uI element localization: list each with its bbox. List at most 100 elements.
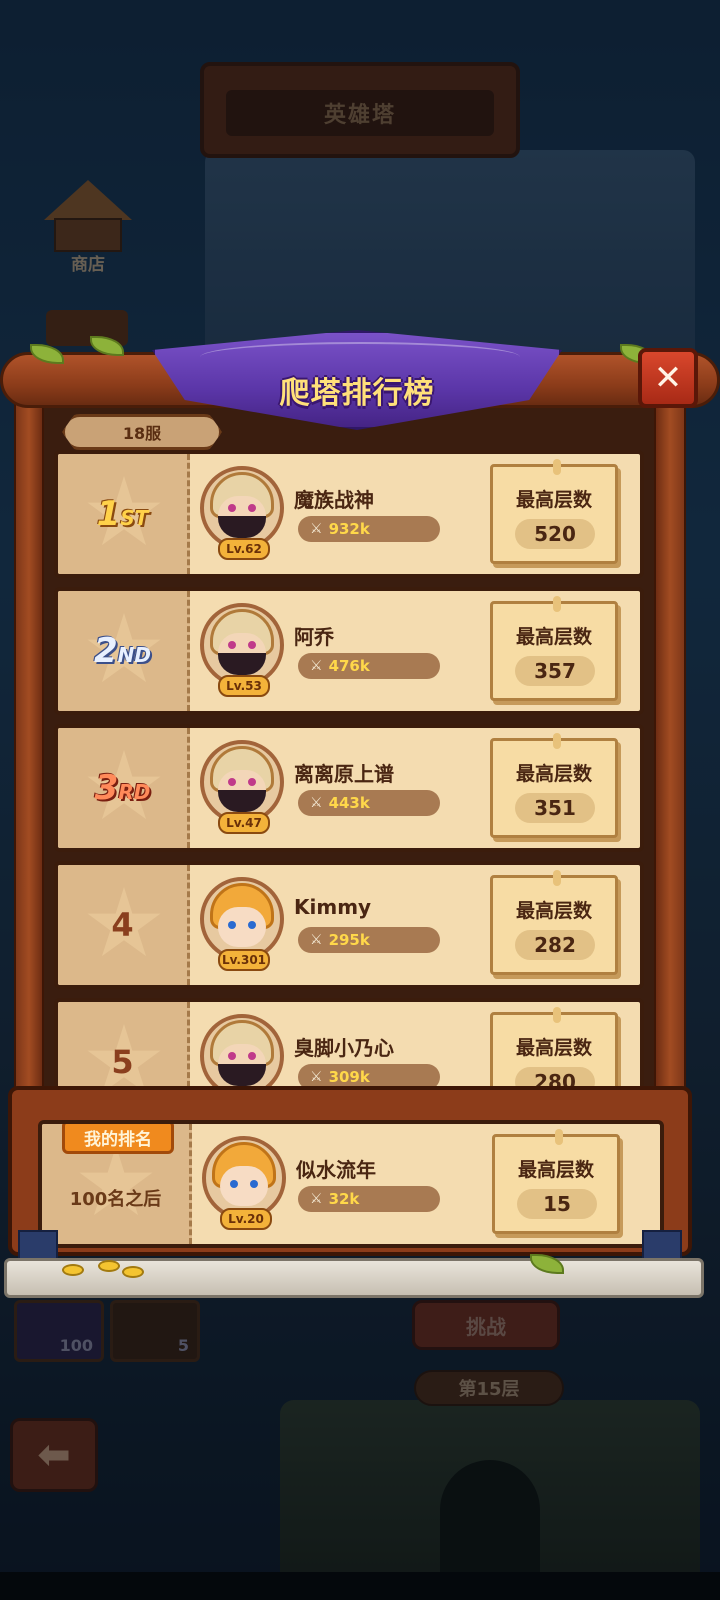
avatar-eye bbox=[250, 1180, 258, 1188]
sword-icon: ⚔ bbox=[310, 521, 323, 537]
floor-box: 最高层数 520 bbox=[490, 459, 618, 564]
close-button[interactable]: ✕ bbox=[638, 348, 698, 408]
ranking-row[interactable]: 1ST Lv.62 魔族战神 ⚔ 932k 最高层数 520 bbox=[54, 450, 644, 578]
ranking-list[interactable]: 1ST Lv.62 魔族战神 ⚔ 932k 最高层数 520 2ND Lv.53… bbox=[54, 450, 646, 1108]
avatar-eye bbox=[228, 921, 236, 929]
rank-medal: 3RD bbox=[95, 768, 151, 808]
rank-medal: 1ST bbox=[97, 494, 149, 534]
power-value: 295k bbox=[328, 931, 370, 949]
player-name: 臭脚小乃心 bbox=[294, 1036, 394, 1060]
rank-suffix: RD bbox=[118, 780, 151, 804]
rank-medal: 2ND bbox=[94, 631, 151, 671]
my-rank-card[interactable]: 我的排名 100名之后 Lv.20 似水流年 ⚔ 32k 最高层数 15 bbox=[38, 1120, 664, 1248]
floor-label: 最高层数 bbox=[517, 1159, 594, 1181]
avatar-eye bbox=[228, 778, 236, 786]
floor-box: 最高层数 15 bbox=[492, 1129, 620, 1234]
rank-suffix: ND bbox=[117, 643, 151, 667]
game-screen: 英雄塔 商店 100 5 挑战 第15层 ⬅ 爬塔排行榜 ✕ 18服 1ST L… bbox=[0, 0, 720, 1600]
frame-right bbox=[654, 400, 686, 1120]
avatar-face bbox=[218, 907, 266, 947]
close-icon: ✕ bbox=[653, 358, 683, 398]
rank-number: 1 bbox=[96, 494, 121, 534]
power-bar: ⚔ 32k bbox=[298, 1186, 440, 1212]
rank-suffix: ST bbox=[120, 506, 149, 530]
avatar-eye bbox=[248, 641, 256, 649]
floor-label: 最高层数 bbox=[515, 489, 592, 511]
floor-value: 520 bbox=[515, 519, 595, 549]
ranking-row[interactable]: 3RD Lv.47 离离原上谱 ⚔ 443k 最高层数 351 bbox=[54, 724, 644, 852]
my-rank-cell: 我的排名 100名之后 bbox=[42, 1124, 192, 1244]
avatar-eye bbox=[248, 504, 256, 512]
my-rank-text: 100名之后 bbox=[69, 1189, 162, 1210]
avatar-eye bbox=[228, 641, 236, 649]
rank-number: 3 bbox=[94, 768, 119, 808]
rank-cell: 1ST bbox=[58, 454, 190, 574]
player-name: Kimmy bbox=[294, 895, 372, 919]
ranking-row[interactable]: 2ND Lv.53 阿乔 ⚔ 476k 最高层数 357 bbox=[54, 587, 644, 715]
rank-cell: 2ND bbox=[58, 591, 190, 711]
rank-number: 2 bbox=[93, 631, 118, 671]
rank-cell: 4 bbox=[58, 865, 190, 985]
level-badge: Lv.62 bbox=[218, 538, 270, 560]
sword-icon: ⚔ bbox=[310, 658, 323, 674]
pin bbox=[553, 1007, 561, 1023]
floor-value: 351 bbox=[515, 793, 595, 823]
sword-icon: ⚔ bbox=[310, 795, 323, 811]
avatar-face bbox=[220, 1166, 268, 1206]
coin-decoration bbox=[98, 1260, 120, 1272]
server-tag: 18服 bbox=[62, 414, 222, 450]
pin bbox=[555, 1129, 563, 1145]
level-badge: Lv.53 bbox=[218, 675, 270, 697]
floor-box: 最高层数 357 bbox=[490, 596, 618, 701]
sword-icon: ⚔ bbox=[310, 1069, 323, 1085]
power-value: 309k bbox=[328, 1068, 370, 1086]
floor-box: 最高层数 282 bbox=[490, 870, 618, 975]
avatar-mask bbox=[218, 790, 266, 812]
pin bbox=[553, 870, 561, 886]
level-badge: Lv.47 bbox=[218, 812, 270, 834]
floor-label: 最高层数 bbox=[515, 900, 592, 922]
power-value: 443k bbox=[328, 794, 370, 812]
avatar-mask bbox=[218, 1064, 266, 1086]
floor-value: 15 bbox=[517, 1189, 597, 1219]
floor-label: 最高层数 bbox=[515, 626, 592, 648]
power-bar: ⚔ 932k bbox=[298, 516, 440, 542]
floor-value: 357 bbox=[515, 656, 595, 686]
avatar-eye bbox=[228, 1052, 236, 1060]
floor-value: 282 bbox=[515, 930, 595, 960]
pin bbox=[553, 733, 561, 749]
floor-box: 最高层数 351 bbox=[490, 733, 618, 838]
level-badge: Lv.301 bbox=[218, 949, 270, 971]
avatar-eye bbox=[228, 504, 236, 512]
avatar-eye bbox=[248, 1052, 256, 1060]
level-badge: Lv.20 bbox=[220, 1208, 272, 1230]
player-name: 魔族战神 bbox=[294, 488, 374, 512]
sword-icon: ⚔ bbox=[310, 932, 323, 948]
ranking-row[interactable]: 4 Lv.301 Kimmy ⚔ 295k 最高层数 282 bbox=[54, 861, 644, 989]
avatar-eye bbox=[230, 1180, 238, 1188]
coin-decoration bbox=[122, 1266, 144, 1278]
my-rank-tag: 我的排名 bbox=[62, 1124, 174, 1154]
leaderboard-panel: 爬塔排行榜 ✕ 18服 1ST Lv.62 魔族战神 ⚔ 932k 最高层数 5… bbox=[0, 330, 720, 1310]
coin-decoration bbox=[62, 1264, 84, 1276]
rank-number: 4 bbox=[111, 906, 134, 944]
player-name: 似水流年 bbox=[296, 1158, 376, 1182]
floor-label: 最高层数 bbox=[515, 1037, 592, 1059]
pin bbox=[553, 596, 561, 612]
leaderboard-title: 爬塔排行榜 bbox=[279, 376, 435, 411]
sword-icon: ⚔ bbox=[310, 1191, 323, 1207]
server-label: 18服 bbox=[122, 424, 162, 443]
power-value: 476k bbox=[328, 657, 370, 675]
player-name: 离离原上谱 bbox=[294, 762, 394, 786]
power-value: 932k bbox=[328, 520, 370, 538]
avatar-mask bbox=[218, 516, 266, 538]
pin bbox=[553, 459, 561, 475]
avatar-mask bbox=[218, 653, 266, 675]
rank-cell: 3RD bbox=[58, 728, 190, 848]
frame-left bbox=[14, 400, 44, 1120]
power-bar: ⚔ 295k bbox=[298, 927, 440, 953]
power-value: 32k bbox=[328, 1190, 360, 1208]
avatar-eye bbox=[248, 921, 256, 929]
player-name: 阿乔 bbox=[294, 625, 334, 649]
power-bar: ⚔ 476k bbox=[298, 653, 440, 679]
